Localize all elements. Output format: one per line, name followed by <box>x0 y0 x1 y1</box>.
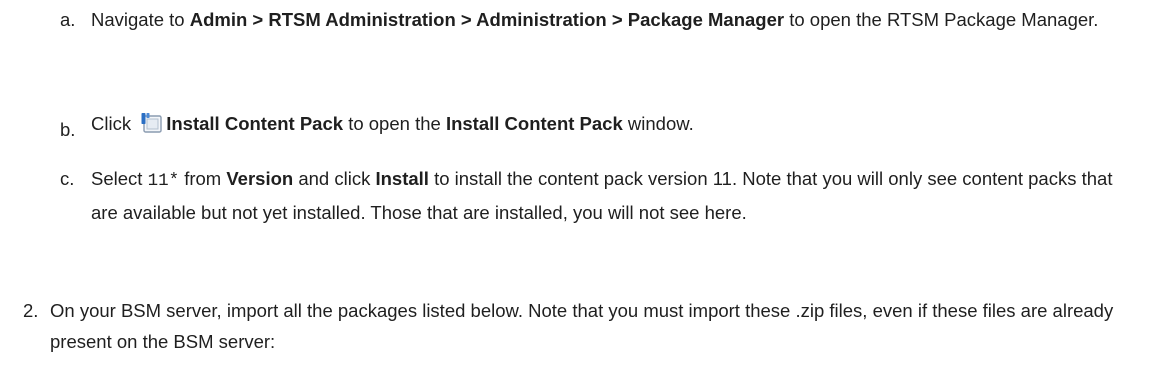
version-code: 11* <box>147 171 180 191</box>
version-label: Version <box>226 168 294 189</box>
install-content-pack-label: Install Content Pack <box>166 113 344 134</box>
document-page: a. Navigate to Admin > RTSM Administrati… <box>0 0 1169 392</box>
step-a-text: Navigate to Admin > RTSM Administration … <box>91 9 1099 30</box>
step-marker: a. <box>60 9 76 30</box>
step-2-text: On your BSM server, import all the packa… <box>50 300 1114 352</box>
step-marker: c. <box>60 168 75 189</box>
menu-path: Admin > RTSM Administration > Administra… <box>189 9 785 30</box>
step-marker: b. <box>60 119 76 140</box>
step-a: a. Navigate to Admin > RTSM Administrati… <box>60 4 1130 35</box>
install-content-pack-window-name: Install Content Pack <box>445 113 623 134</box>
step-c: c. Select 11* from Version and click Ins… <box>60 163 1130 228</box>
step-b: b. Click Install Content Pack to open th… <box>60 108 1130 140</box>
step-b-text: Click Install Content Pack to open the I… <box>91 112 694 134</box>
install-content-pack-icon <box>140 112 164 134</box>
install-label: Install <box>375 168 429 189</box>
step-c-text: Select 11* from Version and click Instal… <box>91 168 1113 223</box>
step-marker: 2. <box>23 300 39 321</box>
step-2: 2. On your BSM server, import all the pa… <box>23 295 1133 357</box>
